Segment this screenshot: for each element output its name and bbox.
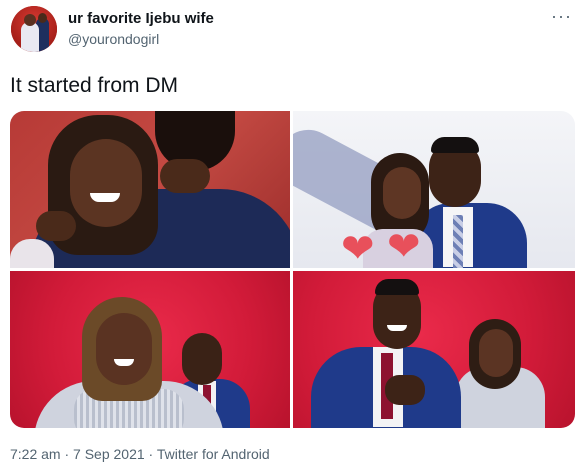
tweet-text: It started from DM: [10, 74, 179, 97]
photo-man-blue-suit[interactable]: [293, 271, 575, 428]
photo-couple-embrace[interactable]: [10, 111, 290, 268]
photo-couple-hearts[interactable]: ❤ ❤: [293, 111, 575, 268]
author-display-name[interactable]: ur favorite Ijebu wife: [68, 10, 214, 27]
heart-icon: ❤: [341, 227, 375, 268]
tweet-timestamp[interactable]: 7:22 am · 7 Sep 2021 · Twitter for Andro…: [10, 446, 270, 462]
author-handle[interactable]: @yourondogirl: [68, 31, 159, 47]
avatar[interactable]: [11, 6, 57, 52]
heart-icon: ❤: [387, 225, 421, 268]
media-grid: ❤ ❤: [10, 111, 575, 428]
photo-woman-smiling[interactable]: [10, 271, 290, 428]
more-horizontal-icon[interactable]: ···: [551, 6, 572, 27]
